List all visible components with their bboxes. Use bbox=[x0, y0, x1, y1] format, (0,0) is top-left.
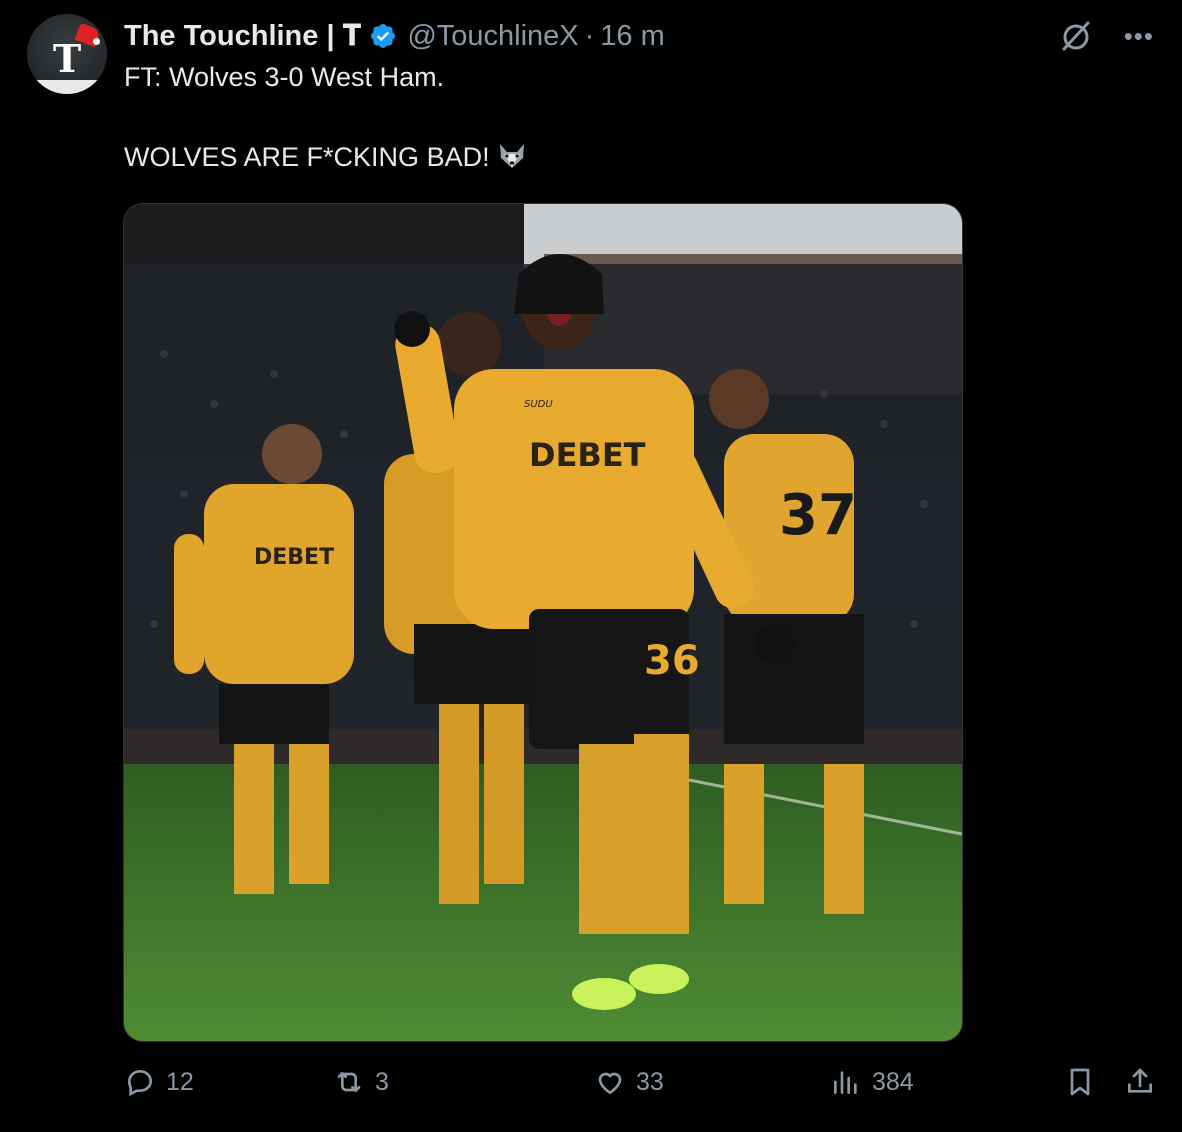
bookmark-button[interactable] bbox=[1064, 1066, 1096, 1098]
grok-icon[interactable] bbox=[1058, 18, 1094, 54]
sponsor-text-left: DEBET bbox=[254, 545, 334, 570]
like-count: 33 bbox=[636, 1067, 664, 1096]
handle[interactable]: @TouchlineX bbox=[407, 20, 578, 53]
kit-brand-text: SUDU bbox=[524, 399, 553, 410]
sponsor-text-main: DEBET bbox=[529, 436, 646, 474]
like-icon bbox=[598, 1072, 622, 1095]
shirt-number-37: 37 bbox=[779, 483, 857, 548]
tweet-text-line-1: FT: Wolves 3-0 West Ham. bbox=[124, 62, 445, 92]
views-icon bbox=[834, 1071, 857, 1094]
display-name[interactable]: The Touchline | 𝐓 bbox=[124, 20, 361, 53]
separator-dot: · bbox=[584, 19, 595, 52]
santa-hat-pompom bbox=[93, 38, 100, 45]
share-icon bbox=[1128, 1068, 1152, 1093]
top-right-icons: ••• bbox=[1058, 18, 1154, 54]
timestamp[interactable]: 16 m bbox=[600, 20, 664, 53]
celebration-photo: DEBET 37 DEBET SUDU 36 bbox=[124, 204, 962, 1041]
repost-button[interactable]: 3 bbox=[333, 1066, 389, 1098]
share-button[interactable] bbox=[1124, 1066, 1156, 1098]
views-button[interactable]: 384 bbox=[830, 1066, 914, 1098]
verified-badge-icon[interactable] bbox=[369, 22, 397, 50]
tweet-header: The Touchline | 𝐓 @TouchlineX · 16 m bbox=[124, 16, 665, 56]
wolf-emoji-icon bbox=[499, 144, 524, 168]
reply-icon bbox=[127, 1069, 153, 1097]
more-icon[interactable]: ••• bbox=[1124, 23, 1154, 49]
like-button[interactable]: 33 bbox=[594, 1066, 664, 1098]
tweet[interactable]: T The Touchline | 𝐓 @TouchlineX · 16 m •… bbox=[0, 0, 1182, 1132]
repost-count: 3 bbox=[375, 1067, 389, 1096]
avatar[interactable]: T bbox=[27, 14, 107, 94]
bookmark-icon bbox=[1070, 1068, 1090, 1096]
reply-button[interactable]: 12 bbox=[124, 1066, 194, 1098]
tweet-text-line-2-wrap: WOLVES ARE F*CKING BAD! bbox=[124, 142, 528, 173]
shirt-number-36: 36 bbox=[644, 638, 700, 684]
reply-count: 12 bbox=[166, 1067, 194, 1096]
tweet-text-line-2: WOLVES ARE F*CKING BAD! bbox=[124, 142, 490, 172]
action-bar: 12 3 33 384 bbox=[124, 1066, 1164, 1110]
repost-icon bbox=[337, 1072, 361, 1092]
tweet-image[interactable]: DEBET 37 DEBET SUDU 36 bbox=[123, 203, 963, 1042]
avatar-base bbox=[27, 80, 107, 94]
views-count: 384 bbox=[872, 1067, 914, 1096]
